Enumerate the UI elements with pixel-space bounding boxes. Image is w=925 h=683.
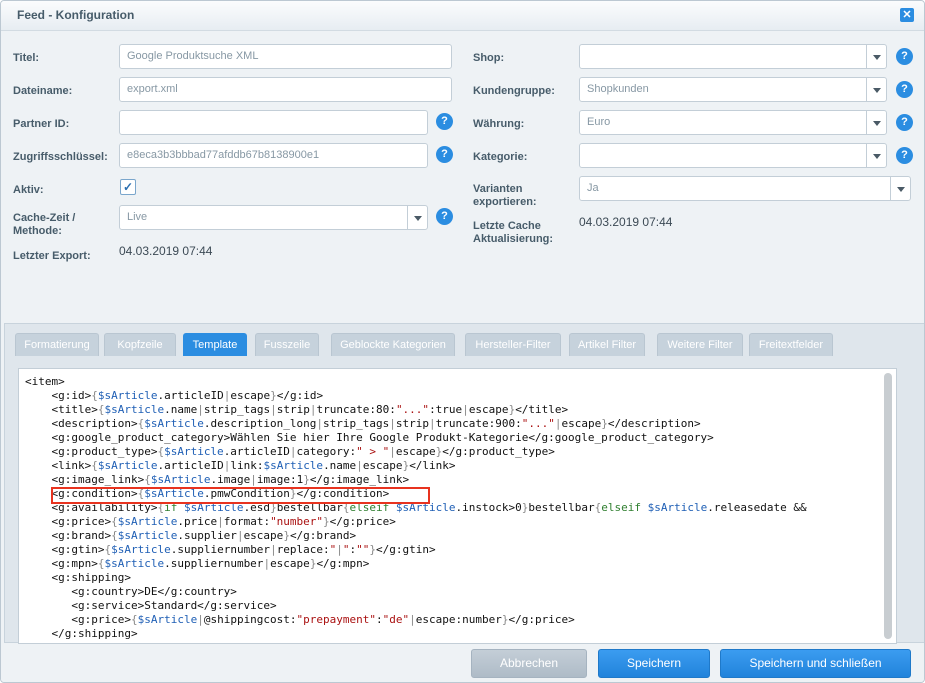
dateiname-label: Dateiname:: [13, 85, 73, 97]
dialog-footer: Abbrechen Speichern Speichern und schlie…: [1, 644, 924, 682]
zugriffsschluessel-label: Zugriffsschlüssel:: [13, 151, 108, 163]
shop-help-icon[interactable]: ?: [896, 48, 913, 65]
kategorie-help-icon[interactable]: ?: [896, 147, 913, 164]
save-and-close-button[interactable]: Speichern und schließen: [720, 649, 911, 678]
kundengruppe-select[interactable]: Shopkunden: [579, 77, 887, 102]
tab-fusszeile[interactable]: Fusszeile: [255, 333, 319, 356]
cache-select[interactable]: Live: [119, 205, 428, 230]
template-code[interactable]: <item> <g:id>{$sArticle.articleID|escape…: [25, 375, 807, 641]
kundengruppe-help-icon[interactable]: ?: [896, 81, 913, 98]
letzter-export-label: Letzter Export:: [13, 250, 91, 262]
cache-label-line1: Cache-Zeit /: [13, 212, 76, 224]
title-bar: Feed - Konfiguration ✕: [1, 1, 924, 31]
varianten-label-line1: Varianten: [473, 183, 523, 195]
shop-label: Shop:: [473, 52, 505, 64]
config-form: Titel: Google Produktsuche XML Dateiname…: [1, 32, 924, 324]
chevron-down-icon[interactable]: [866, 78, 886, 101]
partner-id-help-icon[interactable]: ?: [436, 113, 453, 130]
save-button[interactable]: Speichern: [598, 649, 710, 678]
tab-weitere-filter[interactable]: Weitere Filter: [657, 333, 743, 356]
cancel-button[interactable]: Abbrechen: [471, 649, 587, 678]
letzte-cache-label-line1: Letzte Cache: [473, 220, 541, 232]
tab-kopfzeile[interactable]: Kopfzeile: [104, 333, 176, 356]
letzte-cache-value: 04.03.2019 07:44: [579, 215, 673, 229]
titel-input[interactable]: Google Produktsuche XML: [119, 44, 452, 69]
editor-scrollbar[interactable]: [884, 373, 892, 639]
tab-formatierung[interactable]: Formatierung: [15, 333, 99, 356]
close-icon[interactable]: ✕: [900, 8, 914, 22]
kundengruppe-label: Kundengruppe:: [473, 85, 555, 97]
template-code-editor[interactable]: <item> <g:id>{$sArticle.articleID|escape…: [18, 368, 897, 644]
tab-freitextfelder[interactable]: Freitextfelder: [749, 333, 833, 356]
waehrung-help-icon[interactable]: ?: [896, 114, 913, 131]
partner-id-label: Partner ID:: [13, 118, 70, 130]
partner-id-input[interactable]: [119, 110, 428, 135]
chevron-down-icon[interactable]: [866, 45, 886, 68]
cache-label-line2: Methode:: [13, 225, 62, 237]
cache-select-value: Live: [127, 211, 148, 223]
chevron-down-icon[interactable]: [407, 206, 427, 229]
letzte-cache-label-line2: Aktualisierung:: [473, 233, 554, 245]
kategorie-label: Kategorie:: [473, 151, 528, 163]
waehrung-select-value: Euro: [587, 116, 611, 128]
kategorie-select[interactable]: [579, 143, 887, 168]
feed-config-window: Feed - Konfiguration ✕ Titel: Google Pro…: [0, 0, 925, 683]
aktiv-label: Aktiv:: [13, 184, 44, 196]
zugriffsschluessel-input[interactable]: e8eca3b3bbbad77afddb67b8138900e1: [119, 143, 428, 168]
zugriffsschluessel-help-icon[interactable]: ?: [436, 146, 453, 163]
window-title: Feed - Konfiguration: [17, 8, 135, 22]
chevron-down-icon[interactable]: [890, 177, 910, 200]
tab-geblockte-kategorien[interactable]: Geblockte Kategorien: [331, 333, 455, 356]
aktiv-checkbox[interactable]: ✓: [120, 179, 136, 195]
tab-bar: Formatierung Kopfzeile Template Fusszeil…: [5, 324, 924, 356]
waehrung-select[interactable]: Euro: [579, 110, 887, 135]
tab-panel: Formatierung Kopfzeile Template Fusszeil…: [4, 323, 924, 644]
cache-help-icon[interactable]: ?: [436, 208, 453, 225]
tab-artikel-filter[interactable]: Artikel Filter: [569, 333, 645, 356]
titel-label: Titel:: [13, 52, 40, 64]
kundengruppe-select-value: Shopkunden: [587, 83, 649, 95]
varianten-label-line2: exportieren:: [473, 196, 537, 208]
waehrung-label: Währung:: [473, 118, 525, 130]
condition-line-highlight: [51, 487, 430, 504]
varianten-select[interactable]: Ja: [579, 176, 911, 201]
tab-template[interactable]: Template: [183, 333, 247, 356]
dateiname-input[interactable]: export.xml: [119, 77, 452, 102]
varianten-select-value: Ja: [587, 182, 599, 194]
chevron-down-icon[interactable]: [866, 111, 886, 134]
letzter-export-value: 04.03.2019 07:44: [119, 244, 213, 258]
chevron-down-icon[interactable]: [866, 144, 886, 167]
tab-hersteller-filter[interactable]: Hersteller-Filter: [465, 333, 561, 356]
shop-select[interactable]: [579, 44, 887, 69]
